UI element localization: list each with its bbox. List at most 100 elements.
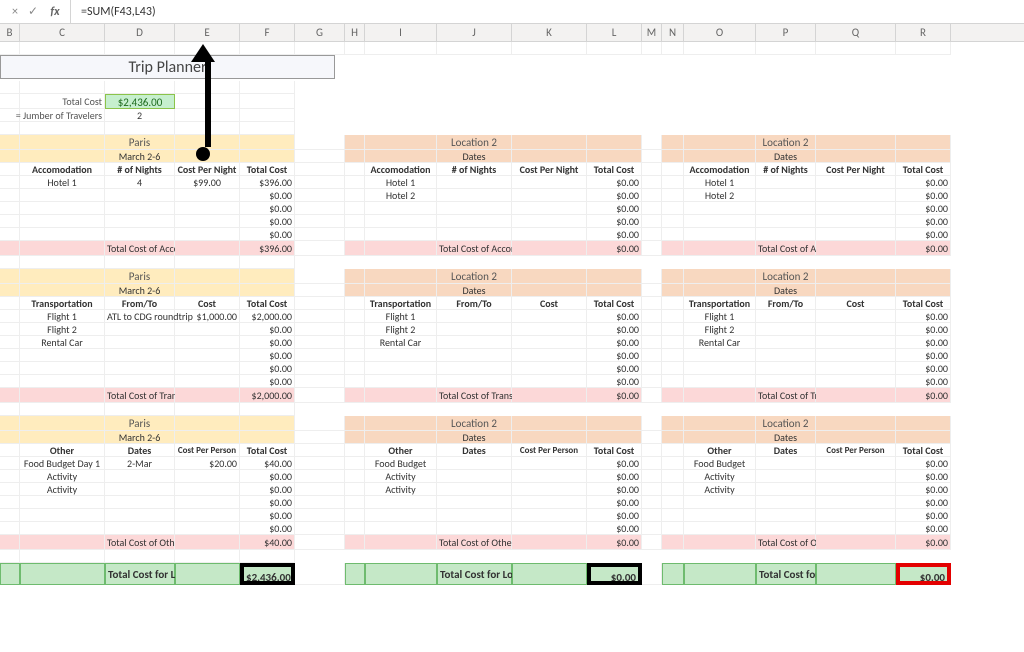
loc2-dates[interactable]: Dates [437,431,512,444]
cell[interactable]: $0.00 [587,310,642,323]
cell[interactable]: $0.00 [896,375,951,388]
cell[interactable]: Rental Car [20,336,105,349]
cell[interactable]: $0.00 [240,202,295,215]
cell[interactable]: $0.00 [240,470,295,483]
loc1-dates[interactable]: March 2-6 [105,150,175,163]
trans-total[interactable]: $0.00 [896,388,951,403]
cell[interactable]: Activity [684,483,756,496]
col-header[interactable]: H [345,24,365,41]
cell[interactable]: Food Budget [365,457,437,470]
other-total[interactable]: $0.00 [896,535,951,550]
cell[interactable]: $0.00 [587,176,642,189]
cell[interactable]: Flight 2 [20,323,105,336]
cell[interactable]: $0.00 [896,522,951,535]
loc1-dates[interactable]: March 2-6 [105,431,175,444]
cell[interactable]: $0.00 [896,349,951,362]
cell[interactable]: $2,000.00 [240,310,295,323]
loc3-name[interactable]: Location 2 [756,416,816,431]
cell[interactable]: Activity [20,470,105,483]
cell[interactable]: $0.00 [587,522,642,535]
cell[interactable]: Activity [20,483,105,496]
other-total[interactable]: $40.00 [240,535,295,550]
cell[interactable]: $0.00 [587,323,642,336]
cell[interactable]: $0.00 [240,336,295,349]
accom-total[interactable]: $0.00 [896,241,951,256]
cell[interactable]: Flight 2 [684,323,756,336]
grand-total-loc3[interactable]: $0.00 [896,563,951,585]
cell[interactable]: $0.00 [896,362,951,375]
accept-icon[interactable]: ✓ [24,3,42,21]
grand-total-loc2[interactable]: $0.00 [587,563,642,585]
cell[interactable]: Hotel 1 [365,176,437,189]
fx-icon[interactable]: fx [46,3,64,21]
cell[interactable]: $0.00 [896,228,951,241]
cell[interactable]: $0.00 [896,336,951,349]
cell[interactable]: $0.00 [896,496,951,509]
cell[interactable]: Hotel 2 [684,189,756,202]
page-title[interactable]: Trip Planner [0,55,335,79]
cell[interactable]: $0.00 [896,483,951,496]
cell[interactable]: $0.00 [240,522,295,535]
cell[interactable]: $0.00 [240,496,295,509]
spreadsheet-grid[interactable]: Trip Planner Total Cost $2,436.00 Jumber… [0,42,1024,585]
cell[interactable]: $0.00 [896,470,951,483]
formula-input[interactable]: =SUM(F43,L43) [71,5,156,19]
loc2-dates[interactable]: Dates [437,150,512,163]
loc3-dates[interactable]: Dates [756,284,816,297]
cell[interactable]: $0.00 [240,509,295,522]
loc3-dates[interactable]: Dates [756,150,816,163]
cell[interactable]: $0.00 [587,362,642,375]
col-header[interactable]: O [684,24,756,41]
loc2-name[interactable]: Location 2 [437,269,512,284]
cell[interactable]: Food Budget [684,457,756,470]
other-total[interactable]: $0.00 [587,535,642,550]
loc1-name[interactable]: Paris [105,135,175,150]
cell[interactable]: $0.00 [587,470,642,483]
cell[interactable]: $1,000.00 [175,310,240,323]
cell[interactable]: $0.00 [240,189,295,202]
cell[interactable]: $0.00 [587,349,642,362]
cell[interactable]: $0.00 [587,375,642,388]
cell[interactable]: Activity [365,483,437,496]
cell[interactable]: Rental Car [684,336,756,349]
cell[interactable]: $0.00 [896,176,951,189]
cell[interactable]: $0.00 [240,483,295,496]
cell[interactable]: $0.00 [587,457,642,470]
loc3-name[interactable]: Location 2 [756,269,816,284]
cell[interactable]: $0.00 [587,228,642,241]
cell[interactable]: Hotel 2 [365,189,437,202]
cell[interactable]: Food Budget Day 1 [20,457,105,470]
total-cost-value[interactable]: $2,436.00 [105,94,175,109]
cell[interactable]: $0.00 [896,310,951,323]
loc3-dates[interactable]: Dates [756,431,816,444]
col-header[interactable]: P [756,24,816,41]
cell[interactable]: $0.00 [240,228,295,241]
cell[interactable]: $0.00 [587,215,642,228]
cell[interactable]: $0.00 [896,509,951,522]
cell[interactable]: ATL to CDG roundtrip [105,310,175,323]
cell[interactable]: Flight 2 [365,323,437,336]
loc3-name[interactable]: Location 2 [756,135,816,150]
col-header[interactable]: E [175,24,240,41]
col-header[interactable]: B [0,24,20,41]
col-header[interactable]: G [295,24,345,41]
cell[interactable]: $0.00 [240,362,295,375]
cell[interactable]: $0.00 [587,496,642,509]
cell[interactable]: $0.00 [896,323,951,336]
col-header[interactable]: Q [816,24,896,41]
col-header[interactable]: J [437,24,512,41]
cell[interactable]: $0.00 [240,215,295,228]
cell[interactable]: Activity [365,470,437,483]
cell[interactable]: Hotel 1 [20,176,105,189]
cell[interactable]: $0.00 [896,202,951,215]
cell[interactable]: $0.00 [896,189,951,202]
cell[interactable]: $0.00 [587,483,642,496]
loc1-name[interactable]: Paris [105,416,175,431]
loc2-name[interactable]: Location 2 [437,135,512,150]
accom-total[interactable]: $396.00 [240,241,295,256]
cell[interactable]: $0.00 [587,202,642,215]
col-header[interactable]: D [105,24,175,41]
cell[interactable]: $0.00 [587,336,642,349]
cell[interactable]: $396.00 [240,176,295,189]
col-header[interactable]: K [512,24,587,41]
